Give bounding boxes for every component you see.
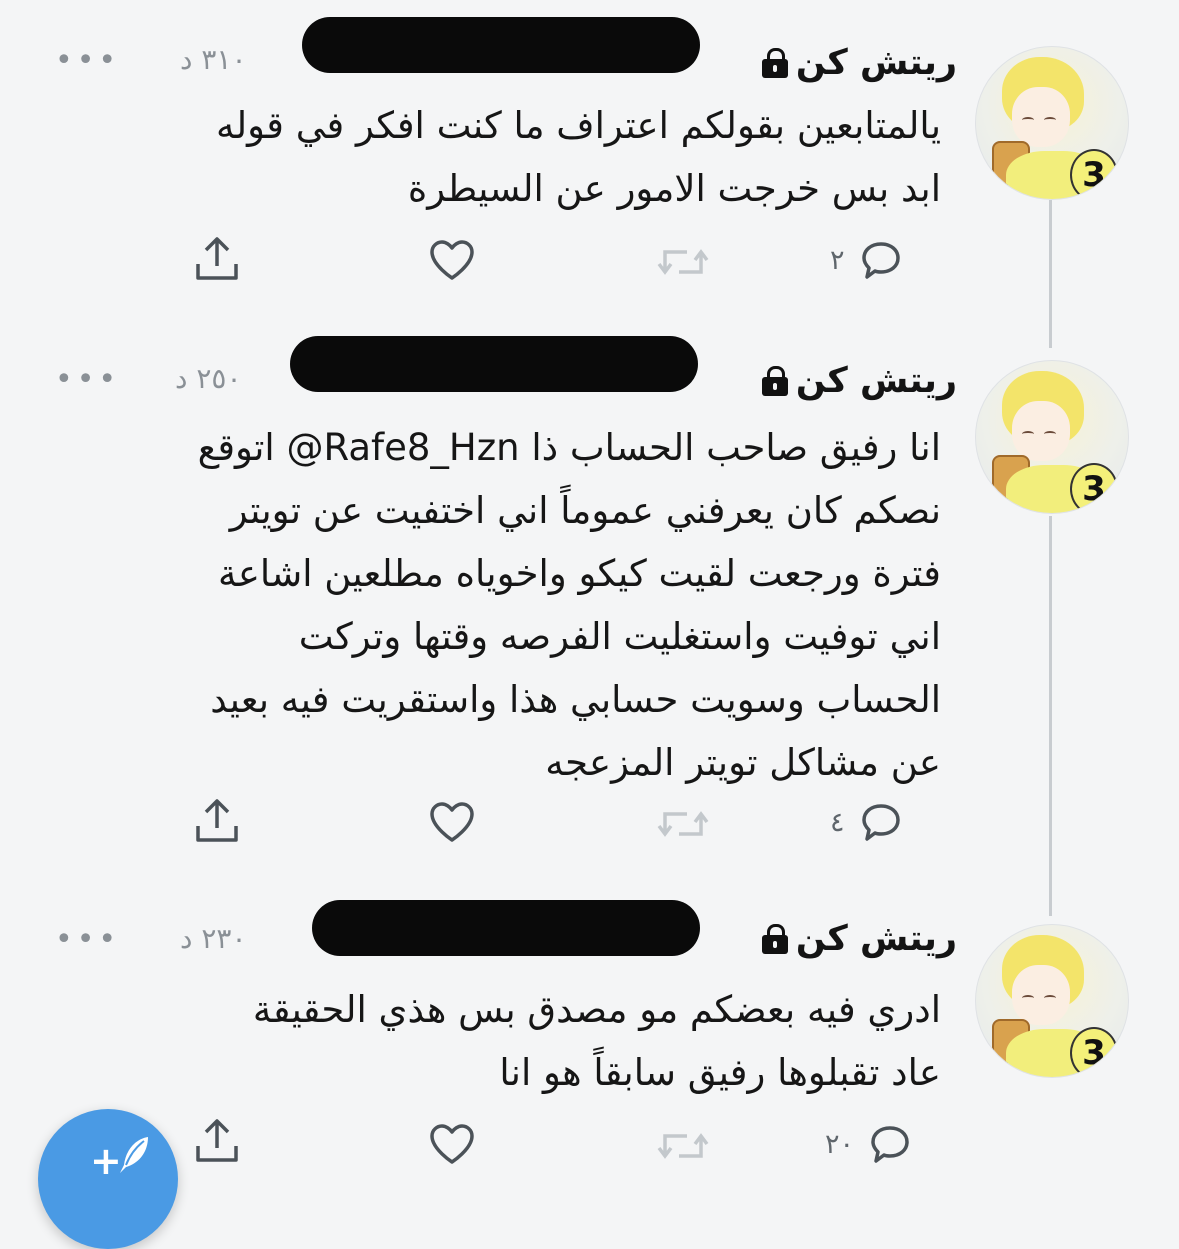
tweet-text: يالمتابعين بقولكم اعتراف ما كنت افكر في … [216, 104, 941, 210]
thread-line [1049, 516, 1052, 916]
retweet-button[interactable] [655, 804, 711, 844]
share-button[interactable] [192, 1116, 242, 1166]
tweet-actions: ٤ [0, 794, 1179, 854]
reply-button[interactable]: ٤ [830, 800, 903, 844]
share-button[interactable] [192, 234, 242, 284]
reply-count: ٢ [830, 244, 845, 276]
like-icon [430, 1124, 474, 1164]
reply-button[interactable]: ٢ [830, 238, 903, 282]
share-button[interactable] [192, 796, 242, 846]
tweet-text: ادري فيه بعضكم مو مصدق بس هذي الحقيقة عا… [252, 988, 941, 1094]
reply-button[interactable]: ٢٠ [825, 1122, 912, 1166]
compose-tweet-button[interactable]: + [38, 1109, 178, 1249]
retweet-button[interactable] [655, 242, 711, 282]
redacted-handle [302, 17, 700, 73]
share-icon [196, 237, 238, 280]
reply-count: ٤ [830, 806, 845, 838]
display-name[interactable]: ريتش كن [796, 919, 957, 959]
tweet-actions: ٢ [0, 232, 1179, 292]
avatar-badge: 3 [1070, 463, 1118, 513]
avatar[interactable]: 3 [975, 360, 1129, 514]
share-icon [196, 799, 238, 842]
like-icon [430, 240, 474, 280]
like-button[interactable] [428, 238, 476, 282]
tweet-time: ٢٥٠ د [175, 362, 242, 395]
tweet-text: انا رفيق صاحب الحساب ذا ‎@Rafe8_Hzn‏ اتو… [197, 426, 941, 784]
reply-count: ٢٠ [825, 1128, 855, 1160]
retweet-button[interactable] [655, 1126, 711, 1166]
compose-icon [120, 1137, 148, 1173]
like-icon [430, 802, 474, 842]
like-button[interactable] [428, 1122, 476, 1166]
avatar[interactable]: 3 [975, 46, 1129, 200]
redacted-handle [312, 900, 700, 956]
display-name[interactable]: ريتش كن [796, 43, 957, 83]
reply-icon [871, 1126, 909, 1163]
avatar[interactable]: 3 [975, 924, 1129, 1078]
tweet-time: ٣١٠ د [180, 43, 247, 76]
reply-icon [861, 242, 900, 279]
retweet-icon [657, 249, 709, 275]
lock-icon [761, 48, 788, 78]
reply-icon [861, 804, 900, 841]
more-icon[interactable]: ••• [55, 922, 120, 957]
redacted-handle [290, 336, 698, 392]
like-button[interactable] [428, 800, 476, 844]
display-name[interactable]: ريتش كن [796, 361, 957, 401]
retweet-icon [657, 811, 709, 837]
avatar-badge: 3 [1070, 1027, 1118, 1077]
lock-icon [761, 924, 788, 954]
lock-icon [761, 366, 788, 396]
avatar-badge: 3 [1070, 149, 1118, 199]
tweet-time: ٢٣٠ د [180, 922, 247, 955]
more-icon[interactable]: ••• [55, 362, 120, 397]
retweet-icon [657, 1133, 709, 1159]
more-icon[interactable]: ••• [55, 43, 120, 78]
share-icon [196, 1119, 238, 1162]
